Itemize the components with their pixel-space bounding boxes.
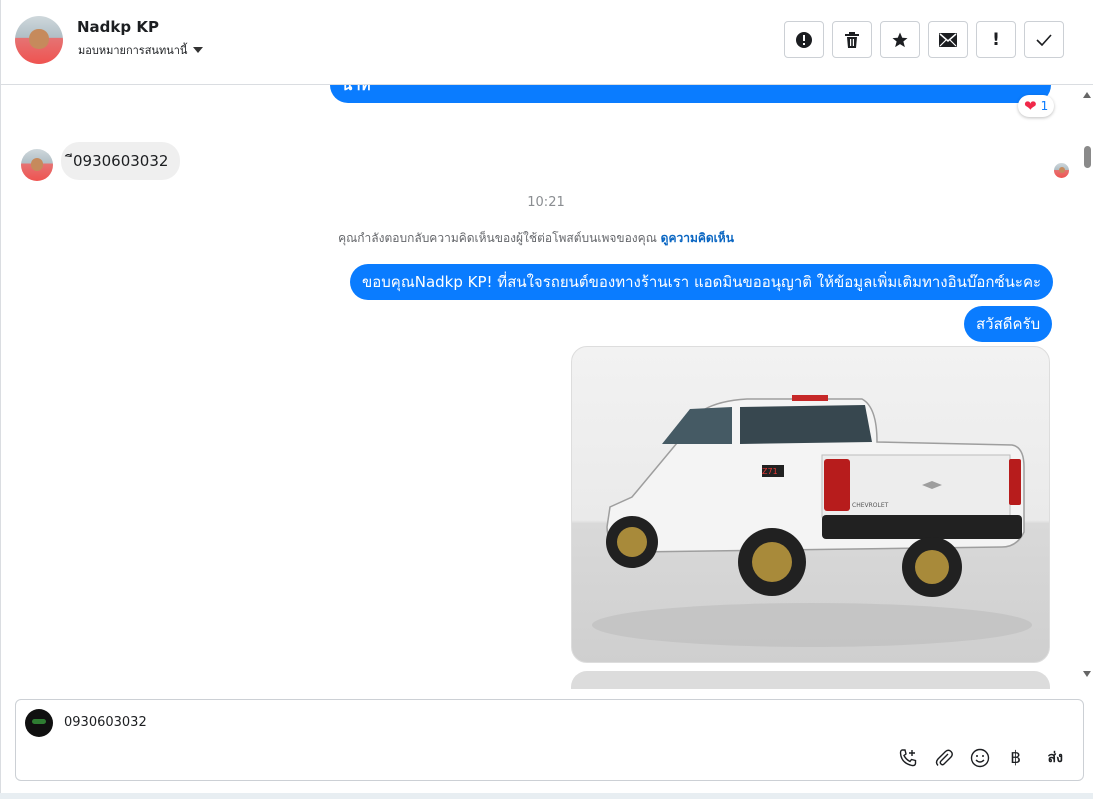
photo-attachment[interactable] bbox=[571, 671, 1050, 689]
assign-label: มอบหมายการสนทนานี้ bbox=[78, 44, 188, 57]
exclamation-icon: ! bbox=[992, 29, 1000, 50]
car-photo-attachment[interactable]: Z71 CHEVROLET bbox=[571, 346, 1050, 663]
assign-conversation-dropdown[interactable]: มอบหมายการสนทนานี้ bbox=[78, 41, 204, 59]
inbox-app: Nadkp KP มอบหมายการสนทนานี้ ! นาที ❤ 1 ี… bbox=[0, 0, 1093, 793]
smiley-icon bbox=[970, 748, 989, 768]
mark-unread-button[interactable] bbox=[928, 21, 968, 58]
svg-text:CHEVROLET: CHEVROLET bbox=[852, 502, 889, 509]
heart-icon: ❤ bbox=[1024, 97, 1037, 115]
payment-button[interactable]: ฿ bbox=[1006, 748, 1026, 768]
thread-scrollbar[interactable] bbox=[1081, 85, 1093, 689]
checkmark-icon bbox=[1036, 33, 1052, 46]
scroll-up-icon[interactable] bbox=[1083, 92, 1091, 98]
attach-button[interactable] bbox=[934, 748, 954, 768]
star-button[interactable] bbox=[880, 21, 920, 58]
svg-text:Z71: Z71 bbox=[762, 467, 778, 476]
reaction-badge[interactable]: ❤ 1 bbox=[1018, 95, 1055, 117]
incoming-message[interactable]: ี0930603032 bbox=[61, 142, 181, 180]
scroll-thumb[interactable] bbox=[1084, 146, 1091, 168]
message-thread[interactable]: นาที ❤ 1 ี0930603032 10:21 คุณกำลังตอบกล… bbox=[1, 85, 1081, 689]
alert-circle-icon bbox=[796, 31, 812, 48]
send-button[interactable]: ส่ง bbox=[1048, 747, 1063, 769]
reaction-count: 1 bbox=[1040, 99, 1049, 113]
follow-up-button[interactable]: ! bbox=[976, 21, 1016, 58]
contact-name[interactable]: Nadkp KP bbox=[77, 18, 159, 36]
contact-avatar[interactable] bbox=[15, 16, 63, 64]
mark-spam-button[interactable] bbox=[784, 21, 824, 58]
trash-icon bbox=[845, 31, 859, 48]
conversation-toolbar: ! bbox=[784, 21, 1064, 58]
message-timestamp: 10:21 bbox=[527, 195, 565, 210]
reply-context-notice: คุณกำลังตอบกลับความคิดเห็นของผู้ใช้ต่อโพ… bbox=[338, 231, 734, 245]
delete-button[interactable] bbox=[832, 21, 872, 58]
envelope-icon bbox=[939, 32, 957, 47]
caret-down-icon bbox=[193, 47, 204, 53]
conversation-header: Nadkp KP มอบหมายการสนทนานี้ ! bbox=[1, 0, 1093, 85]
baht-icon: ฿ bbox=[1010, 748, 1022, 768]
outgoing-message[interactable]: นาที bbox=[330, 85, 1051, 103]
paperclip-icon bbox=[935, 749, 953, 766]
message-composer[interactable]: 0930603032 ฿ ส่ง bbox=[15, 699, 1084, 781]
outgoing-message[interactable]: สวัสดีครับ bbox=[964, 306, 1053, 342]
emoji-button[interactable] bbox=[970, 748, 990, 768]
view-comment-link[interactable]: ดูความคิดเห็น bbox=[661, 231, 734, 245]
scroll-down-icon[interactable] bbox=[1083, 671, 1091, 677]
phone-plus-icon bbox=[899, 749, 916, 767]
page-logo-avatar bbox=[25, 709, 53, 737]
pickup-truck-image: Z71 CHEVROLET bbox=[592, 395, 1032, 647]
mark-done-button[interactable] bbox=[1024, 21, 1064, 58]
sender-avatar[interactable] bbox=[21, 149, 53, 181]
composer-tools: ฿ ส่ง bbox=[898, 747, 1063, 769]
seen-avatar bbox=[1054, 163, 1069, 178]
message-input[interactable]: 0930603032 bbox=[64, 715, 147, 730]
outgoing-message[interactable]: ขอบคุณNadkp KP! ที่สนใจรถยนต์ของทางร้านเ… bbox=[350, 264, 1054, 300]
star-icon bbox=[892, 32, 908, 47]
call-add-button[interactable] bbox=[898, 748, 918, 768]
